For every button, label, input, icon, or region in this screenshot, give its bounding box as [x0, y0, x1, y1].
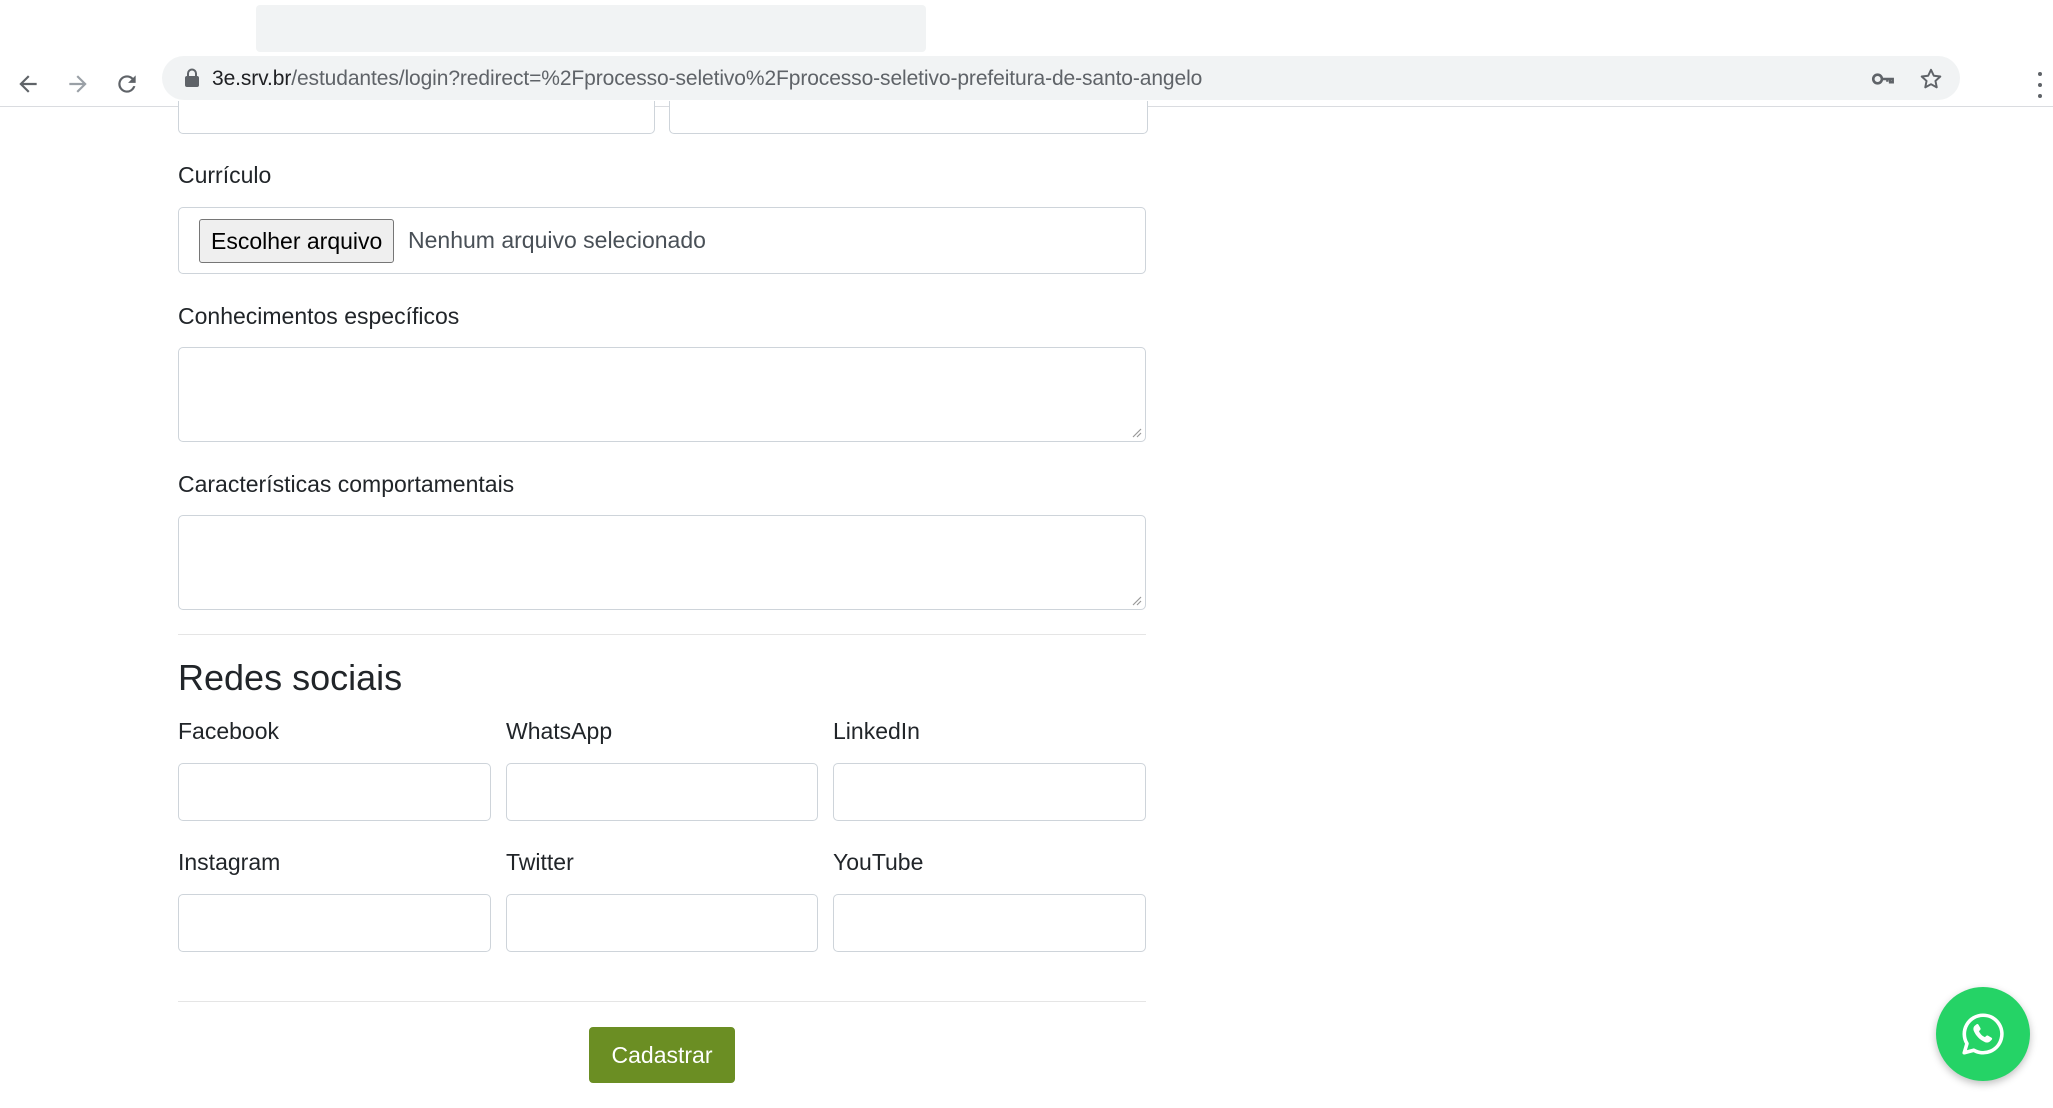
youtube-input[interactable]	[833, 894, 1146, 952]
file-status-text: Nenhum arquivo selecionado	[408, 227, 706, 253]
choose-file-button[interactable]: Escolher arquivo	[199, 219, 395, 263]
forward-arrow-icon[interactable]	[60, 66, 96, 102]
instagram-label: Instagram	[178, 849, 281, 875]
star-icon[interactable]	[1918, 66, 1944, 92]
divider	[178, 634, 1146, 635]
back-arrow-icon[interactable]	[10, 66, 46, 102]
whatsapp-label: WhatsApp	[506, 718, 613, 744]
caracteristicas-textarea[interactable]	[178, 515, 1146, 610]
curriculo-file-input[interactable]: Escolher arquivo Nenhum arquivo selecion…	[178, 207, 1146, 274]
browser-tab[interactable]	[256, 5, 926, 52]
tab-strip	[0, 0, 2053, 56]
facebook-label: Facebook	[178, 718, 280, 744]
caracteristicas-label: Características comportamentais	[178, 471, 515, 497]
section-title-redes-sociais: Redes sociais	[178, 657, 403, 698]
curriculo-label: Currículo	[178, 162, 272, 188]
linkedin-input[interactable]	[833, 763, 1146, 821]
instagram-input[interactable]	[178, 894, 491, 952]
reload-icon[interactable]	[109, 66, 145, 102]
facebook-input[interactable]	[178, 763, 491, 821]
resize-grip-icon[interactable]	[1130, 426, 1142, 438]
url-text[interactable]: 3e.srv.br/estudantes/login?redirect=%2Fp…	[212, 67, 1202, 91]
conhecimentos-textarea[interactable]	[178, 347, 1146, 442]
browser-toolbar: 3e.srv.br/estudantes/login?redirect=%2Fp…	[0, 56, 2053, 107]
whatsapp-input[interactable]	[506, 763, 818, 821]
page-content: Currículo Escolher arquivo Nenhum arquiv…	[0, 101, 2053, 1108]
divider	[178, 1001, 1146, 1002]
twitter-input[interactable]	[506, 894, 818, 952]
text-input-partial[interactable]	[178, 101, 655, 134]
menu-icon[interactable]	[2030, 70, 2050, 100]
address-bar[interactable]: 3e.srv.br/estudantes/login?redirect=%2Fp…	[162, 56, 1960, 100]
youtube-label: YouTube	[833, 849, 924, 875]
linkedin-label: LinkedIn	[833, 718, 920, 744]
whatsapp-fab-button[interactable]	[1936, 987, 2030, 1081]
text-input-partial[interactable]	[669, 101, 1148, 134]
cadastrar-button[interactable]: Cadastrar	[589, 1027, 735, 1083]
conhecimentos-label: Conhecimentos específicos	[178, 303, 460, 329]
whatsapp-icon	[1962, 1013, 2004, 1055]
key-icon[interactable]	[1870, 66, 1896, 92]
resize-grip-icon[interactable]	[1130, 594, 1142, 606]
twitter-label: Twitter	[506, 849, 574, 875]
lock-icon[interactable]	[184, 68, 200, 93]
